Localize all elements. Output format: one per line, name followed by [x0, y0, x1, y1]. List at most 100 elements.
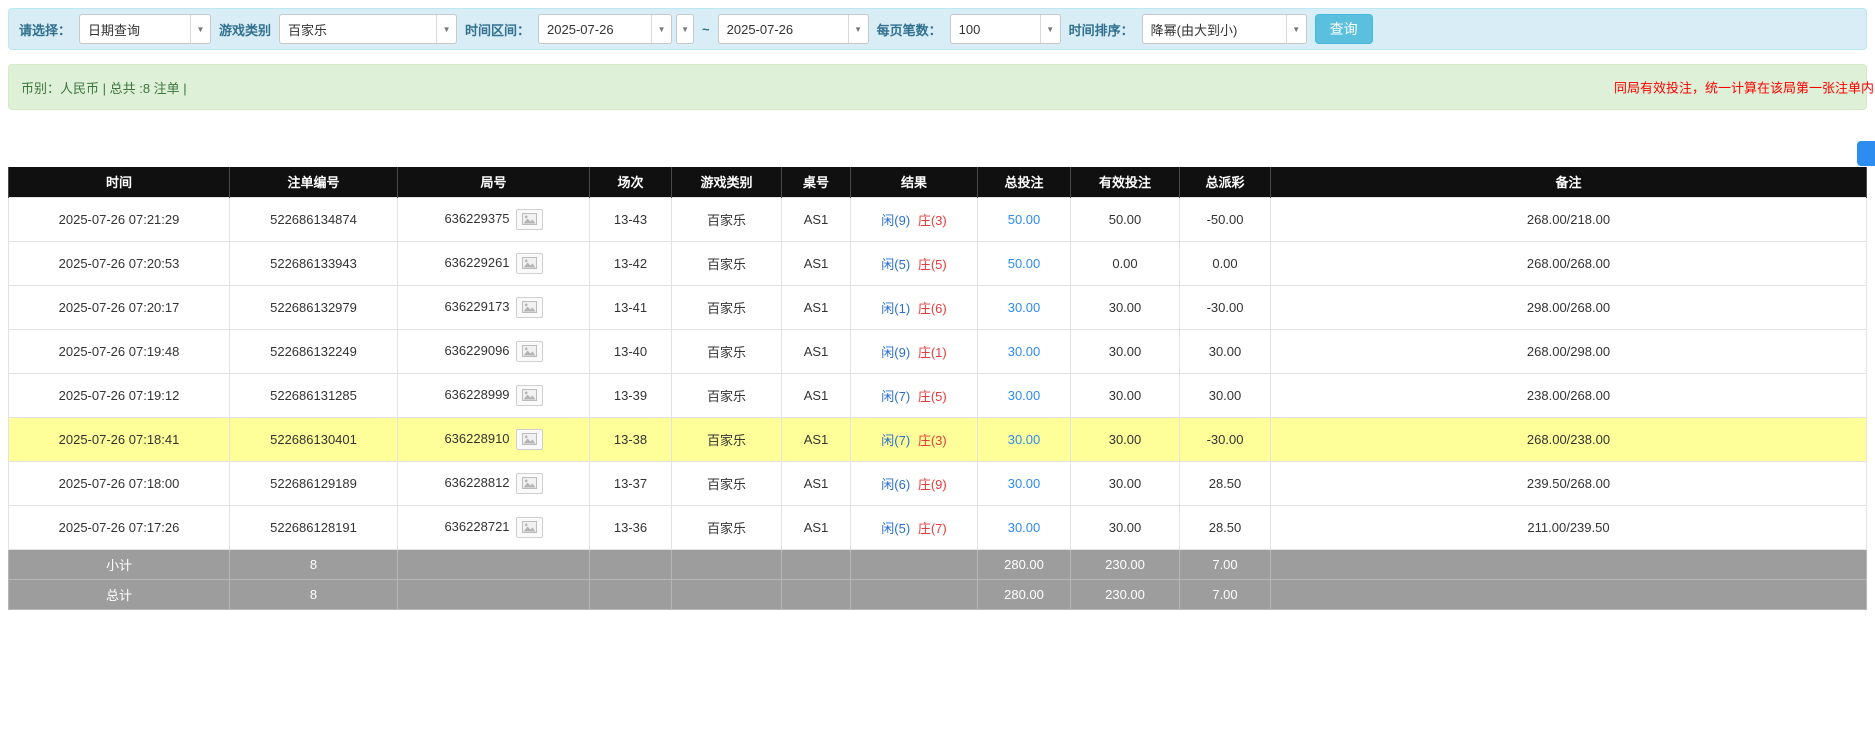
search-button[interactable]: 查询 — [1315, 14, 1373, 44]
chevron-down-icon[interactable]: ▼ — [190, 15, 210, 43]
page-size-label: 每页笔数： — [877, 20, 942, 39]
bet-amount-link[interactable]: 30.00 — [1008, 432, 1041, 447]
date-from-extra-button[interactable]: ▼ — [676, 14, 694, 44]
result-banker: 庄(3) — [918, 213, 947, 228]
column-header: 桌号 — [782, 167, 851, 197]
result-player: 闲(7) — [881, 433, 910, 448]
cell-session: 13-43 — [590, 197, 672, 241]
table-row[interactable]: 2025-07-26 07:21:29522686134874636229375… — [9, 197, 1867, 241]
bet-amount-link[interactable]: 30.00 — [1008, 300, 1041, 315]
cell-table-no: AS1 — [782, 417, 851, 461]
query-type-dropdown[interactable]: 日期查询 ▼ — [79, 14, 211, 44]
cell-game-type: 百家乐 — [672, 373, 782, 417]
table-row[interactable]: 2025-07-26 07:17:26522686128191636228721… — [9, 505, 1867, 549]
footer-empty-cell — [398, 549, 590, 579]
round-number: 636229375 — [444, 210, 509, 225]
cell-session: 13-42 — [590, 241, 672, 285]
cell-table-no: AS1 — [782, 197, 851, 241]
bet-amount-link[interactable]: 30.00 — [1008, 344, 1041, 359]
game-category-dropdown[interactable]: 百家乐 ▼ — [279, 14, 457, 44]
result-banker: 庄(1) — [918, 345, 947, 360]
cell-time: 2025-07-26 07:17:26 — [9, 505, 230, 549]
footer-empty-cell — [851, 549, 978, 579]
cell-result: 闲(9) 庄(3) — [851, 197, 978, 241]
table-row[interactable]: 2025-07-26 07:19:12522686131285636228999… — [9, 373, 1867, 417]
result-player: 闲(9) — [881, 345, 910, 360]
replay-image-icon[interactable] — [516, 253, 543, 274]
chevron-down-icon[interactable]: ▼ — [651, 15, 671, 43]
cell-valid-bet: 50.00 — [1071, 197, 1180, 241]
cell-remark: 268.00/238.00 — [1271, 417, 1867, 461]
cell-bet-id: 522686130401 — [230, 417, 398, 461]
cell-session: 13-38 — [590, 417, 672, 461]
table-row[interactable]: 2025-07-26 07:20:53522686133943636229261… — [9, 241, 1867, 285]
cell-session: 13-40 — [590, 329, 672, 373]
table-row[interactable]: 2025-07-26 07:18:00522686129189636228812… — [9, 461, 1867, 505]
game-category-label: 游戏类别 — [219, 20, 271, 39]
cell-result: 闲(7) 庄(5) — [851, 373, 978, 417]
cell-remark: 238.00/268.00 — [1271, 373, 1867, 417]
cell-table-no: AS1 — [782, 285, 851, 329]
cell-remark: 211.00/239.50 — [1271, 505, 1867, 549]
chevron-down-icon[interactable]: ▼ — [848, 15, 868, 43]
chevron-down-icon[interactable]: ▼ — [1040, 15, 1060, 43]
date-from-picker[interactable]: 2025-07-26 ▼ — [538, 14, 672, 44]
cell-time: 2025-07-26 07:21:29 — [9, 197, 230, 241]
replay-image-icon[interactable] — [516, 385, 543, 406]
round-number: 636229096 — [444, 342, 509, 357]
cell-session: 13-41 — [590, 285, 672, 329]
column-header: 总派彩 — [1180, 167, 1271, 197]
cell-result: 闲(9) 庄(1) — [851, 329, 978, 373]
result-player: 闲(5) — [881, 257, 910, 272]
cell-session: 13-36 — [590, 505, 672, 549]
replay-image-icon[interactable] — [516, 429, 543, 450]
cell-total-bet: 30.00 — [978, 505, 1071, 549]
cell-remark: 268.00/298.00 — [1271, 329, 1867, 373]
replay-image-icon[interactable] — [516, 209, 543, 230]
footer-valid-bet: 230.00 — [1071, 549, 1180, 579]
result-banker: 庄(3) — [918, 433, 947, 448]
cell-payout: -30.00 — [1180, 417, 1271, 461]
table-row[interactable]: 2025-07-26 07:18:41522686130401636228910… — [9, 417, 1867, 461]
chevron-down-icon[interactable]: ▼ — [436, 15, 456, 43]
cell-bet-id: 522686131285 — [230, 373, 398, 417]
footer-count: 8 — [230, 549, 398, 579]
replay-image-icon[interactable] — [516, 473, 543, 494]
cell-round: 636229375 — [398, 197, 590, 241]
cell-table-no: AS1 — [782, 373, 851, 417]
footer-count: 8 — [230, 579, 398, 609]
cell-round: 636229173 — [398, 285, 590, 329]
bet-amount-link[interactable]: 30.00 — [1008, 476, 1041, 491]
time-sort-dropdown[interactable]: 降幂(由大到小) ▼ — [1142, 14, 1307, 44]
cell-valid-bet: 30.00 — [1071, 417, 1180, 461]
round-number: 636228910 — [444, 430, 509, 445]
summary-bar: 币别：人民币 | 总共 :8 注单 | 同局有效投注，统一计算在该局第一张注单内 — [8, 64, 1867, 110]
bet-amount-link[interactable]: 30.00 — [1008, 520, 1041, 535]
bet-amount-link[interactable]: 30.00 — [1008, 388, 1041, 403]
filter-bar: 请选择： 日期查询 ▼ 游戏类别 百家乐 ▼ 时间区间： 2025-07-26 … — [8, 8, 1867, 50]
table-row[interactable]: 2025-07-26 07:20:17522686132979636229173… — [9, 285, 1867, 329]
footer-empty-cell — [782, 579, 851, 609]
replay-image-icon[interactable] — [516, 297, 543, 318]
table-row[interactable]: 2025-07-26 07:19:48522686132249636229096… — [9, 329, 1867, 373]
cell-round: 636228721 — [398, 505, 590, 549]
cell-session: 13-39 — [590, 373, 672, 417]
replay-image-icon[interactable] — [516, 341, 543, 362]
footer-label: 小计 — [9, 549, 230, 579]
cutoff-button[interactable] — [1857, 141, 1875, 166]
chevron-down-icon[interactable]: ▼ — [1286, 15, 1306, 43]
bet-amount-link[interactable]: 50.00 — [1008, 256, 1041, 271]
cell-time: 2025-07-26 07:19:12 — [9, 373, 230, 417]
cell-total-bet: 50.00 — [978, 197, 1071, 241]
date-to-picker[interactable]: 2025-07-26 ▼ — [718, 14, 869, 44]
result-player: 闲(6) — [881, 477, 910, 492]
replay-image-icon[interactable] — [516, 517, 543, 538]
cell-payout: 30.00 — [1180, 373, 1271, 417]
page-size-dropdown[interactable]: 100 ▼ — [950, 14, 1061, 44]
bet-records-table: 时间注单编号局号场次游戏类别桌号结果总投注有效投注总派彩备注 2025-07-2… — [8, 167, 1867, 610]
bet-amount-link[interactable]: 50.00 — [1008, 212, 1041, 227]
time-range-label: 时间区间： — [465, 20, 530, 39]
column-header: 局号 — [398, 167, 590, 197]
column-header: 有效投注 — [1071, 167, 1180, 197]
round-number: 636229261 — [444, 254, 509, 269]
